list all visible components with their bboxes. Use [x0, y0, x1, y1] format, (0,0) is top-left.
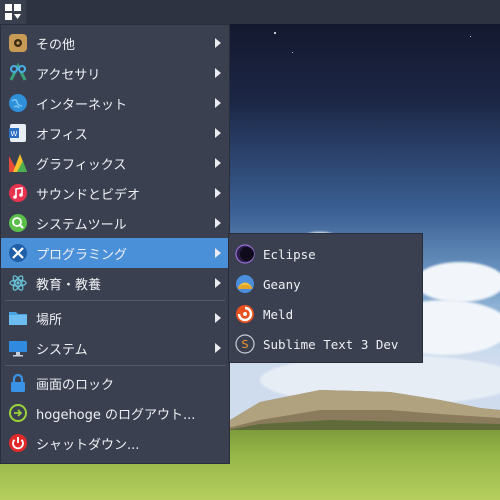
internet-icon [7, 92, 29, 114]
sublime-text-icon: S [234, 333, 256, 355]
submenu-item-label: Meld [263, 306, 294, 322]
meld-icon [234, 303, 256, 325]
menu-separator [5, 300, 225, 301]
menu-item-label: シャットダウン... [36, 437, 140, 453]
submenu-arrow-icon [215, 278, 221, 288]
menu-item-lock-screen[interactable]: 画面のロック [1, 368, 229, 398]
menu-item-label: サウンドとビデオ [36, 187, 141, 203]
music-icon [7, 182, 29, 204]
logout-icon [7, 402, 29, 424]
submenu-arrow-icon [215, 248, 221, 258]
education-icon [7, 272, 29, 294]
top-panel [0, 0, 500, 24]
menu-item-label: オフィス [36, 127, 88, 143]
programming-submenu: Eclipse Geany Meld S Sublime Text 3 Dev [228, 233, 423, 363]
menu-item-label: インターネット [36, 97, 128, 113]
submenu-item-label: Eclipse [263, 246, 316, 262]
other-icon [7, 32, 29, 54]
submenu-item-label: Geany [263, 276, 301, 292]
geany-icon [234, 273, 256, 295]
menu-separator [5, 365, 225, 366]
programming-icon [7, 242, 29, 264]
submenu-arrow-icon [215, 38, 221, 48]
menu-item-accessories[interactable]: アクセサリ [1, 58, 229, 88]
submenu-item-meld[interactable]: Meld [229, 299, 422, 329]
menu-item-label: プログラミング [36, 247, 128, 263]
accessories-icon [7, 62, 29, 84]
graphics-icon [7, 152, 29, 174]
menu-item-graphics[interactable]: グラフィックス [1, 148, 229, 178]
menu-item-label: 教育・教養 [36, 277, 102, 293]
submenu-arrow-icon [215, 313, 221, 323]
system-tools-icon [7, 212, 29, 234]
submenu-arrow-icon [215, 68, 221, 78]
monitor-icon [7, 337, 29, 359]
submenu-item-geany[interactable]: Geany [229, 269, 422, 299]
menu-item-label: 画面のロック [36, 377, 115, 393]
power-icon [7, 432, 29, 454]
menu-item-office[interactable]: W オフィス [1, 118, 229, 148]
submenu-arrow-icon [215, 98, 221, 108]
office-icon: W [7, 122, 29, 144]
menu-item-label: 場所 [36, 312, 63, 328]
lock-icon [7, 372, 29, 394]
submenu-arrow-icon [215, 128, 221, 138]
menu-item-label: その他 [36, 37, 76, 53]
submenu-arrow-icon [215, 218, 221, 228]
submenu-item-label: Sublime Text 3 Dev [263, 336, 399, 352]
submenu-arrow-icon [215, 343, 221, 353]
menu-item-programming[interactable]: プログラミング [1, 238, 229, 268]
menu-item-label: システムツール [36, 217, 127, 233]
applications-menu: その他 アクセサリ インターネット W オフィス グラフィックス サウンドとビデ… [0, 24, 230, 464]
menu-item-other[interactable]: その他 [1, 28, 229, 58]
menu-item-education[interactable]: 教育・教養 [1, 268, 229, 298]
menu-item-shutdown[interactable]: シャットダウン... [1, 428, 229, 458]
submenu-arrow-icon [215, 158, 221, 168]
menu-item-logout[interactable]: hogehoge のログアウト... [1, 398, 229, 428]
svg-text:W: W [11, 130, 18, 138]
menu-item-system-tools[interactable]: システムツール [1, 208, 229, 238]
menu-item-label: グラフィックス [36, 157, 127, 173]
app-grid-icon [5, 4, 21, 20]
applications-menu-button[interactable] [0, 0, 26, 24]
menu-item-sound-video[interactable]: サウンドとビデオ [1, 178, 229, 208]
menu-item-places[interactable]: 場所 [1, 303, 229, 333]
menu-item-system[interactable]: システム [1, 333, 229, 363]
svg-text:S: S [242, 338, 249, 351]
menu-item-internet[interactable]: インターネット [1, 88, 229, 118]
folder-icon [7, 307, 29, 329]
menu-item-label: アクセサリ [36, 67, 101, 83]
submenu-item-eclipse[interactable]: Eclipse [229, 239, 422, 269]
menu-item-label: hogehoge のログアウト... [36, 407, 196, 423]
menu-item-label: システム [36, 342, 88, 358]
eclipse-icon [234, 243, 256, 265]
submenu-arrow-icon [215, 188, 221, 198]
submenu-item-sublime-text[interactable]: S Sublime Text 3 Dev [229, 329, 422, 359]
